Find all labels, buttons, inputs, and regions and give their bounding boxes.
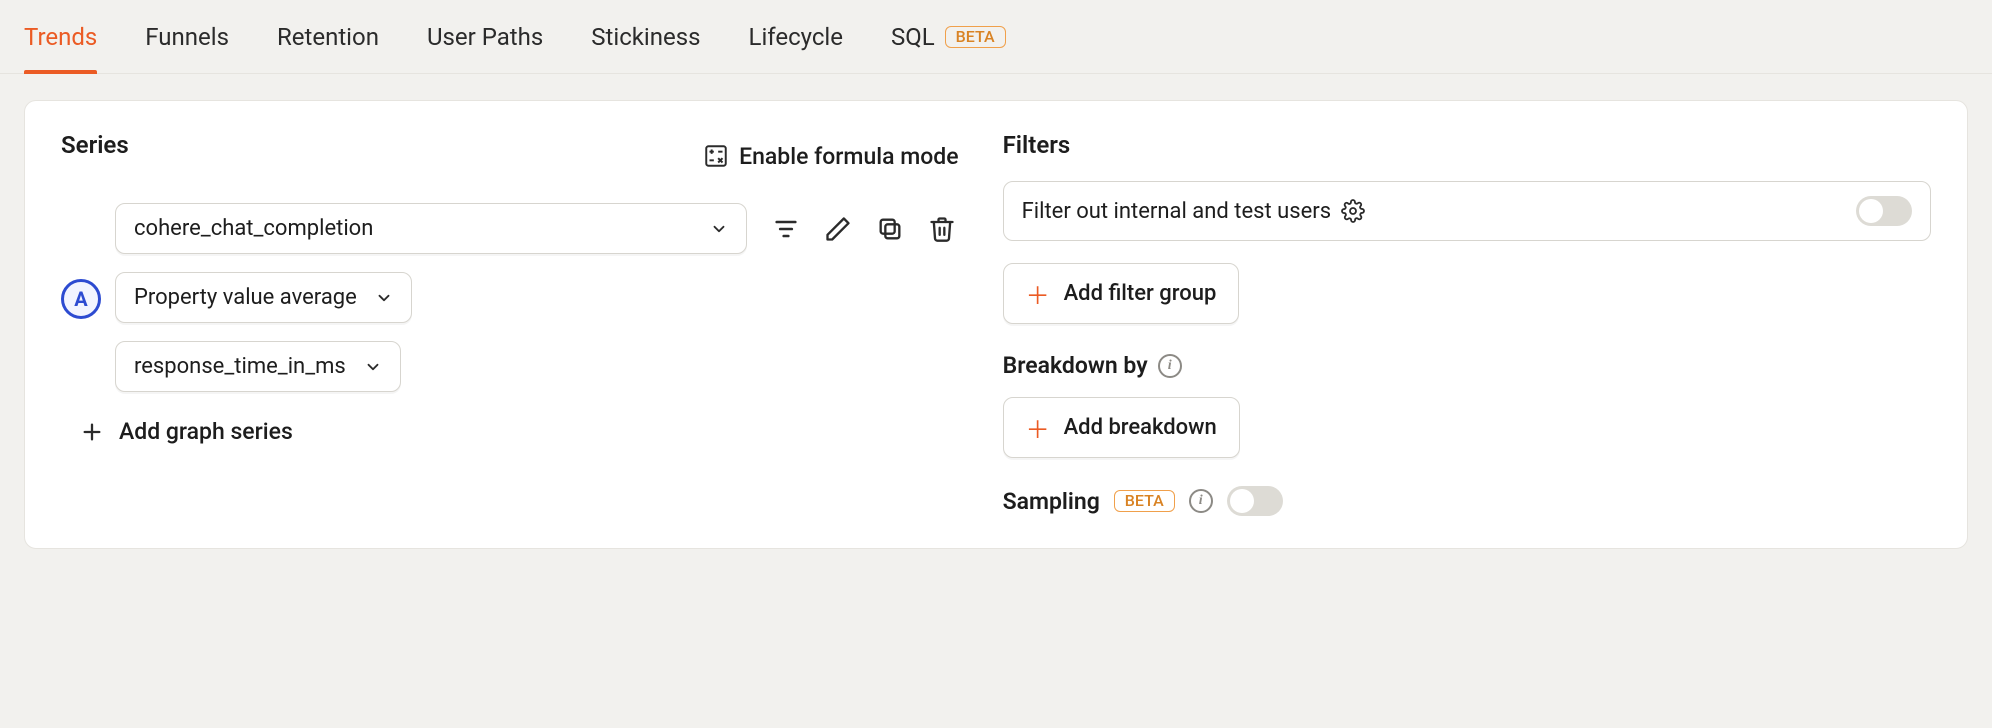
gear-icon[interactable] [1341,199,1365,223]
tab-stickiness[interactable]: Stickiness [591,0,700,73]
tab-user-paths[interactable]: User Paths [427,0,543,73]
series-title: Series [61,131,129,159]
formula-label: Enable formula mode [739,143,959,170]
plus-icon [81,421,103,443]
internal-users-filter-row: Filter out internal and test users [1003,181,1931,241]
series-row-a: A cohere_chat_completion [61,203,959,392]
insight-type-tabs: Trends Funnels Retention User Paths Stic… [0,0,1992,74]
plus-icon: ＋ [1026,410,1050,445]
tab-sql[interactable]: SQL BETA [891,0,1006,73]
add-breakdown-label: Add breakdown [1064,415,1217,440]
series-aggregation-select[interactable]: Property value average [115,272,412,323]
internal-users-filter-toggle[interactable] [1856,196,1912,226]
series-rename-button[interactable] [821,212,855,246]
tab-label: SQL [891,23,935,51]
enable-formula-mode-button[interactable]: Enable formula mode [703,143,959,170]
breakdown-title: Breakdown by [1003,352,1148,379]
info-icon[interactable]: i [1189,489,1213,513]
series-duplicate-button[interactable] [873,212,907,246]
chevron-down-icon [375,289,393,307]
add-breakdown-button[interactable]: ＋ Add breakdown [1003,397,1240,458]
chevron-down-icon [364,358,382,376]
series-event-select[interactable]: cohere_chat_completion [115,203,747,254]
copy-icon [876,215,904,243]
filter-icon [772,215,800,243]
filters-title: Filters [1003,131,1931,159]
tab-lifecycle[interactable]: Lifecycle [749,0,843,73]
add-filter-group-button[interactable]: ＋ Add filter group [1003,263,1240,324]
tab-label: Lifecycle [749,23,843,51]
add-filter-group-label: Add filter group [1064,281,1217,306]
tab-label: Funnels [145,23,229,51]
formula-icon [703,143,729,169]
internal-filter-label: Filter out internal and test users [1022,199,1332,224]
series-delete-button[interactable] [925,212,959,246]
beta-badge: BETA [945,26,1006,48]
series-aggregation-value: Property value average [134,285,357,310]
add-series-label: Add graph series [119,418,293,445]
series-property-value: response_time_in_ms [134,354,346,379]
tab-retention[interactable]: Retention [277,0,379,73]
series-letter-badge: A [61,279,101,319]
tab-funnels[interactable]: Funnels [145,0,229,73]
tab-label: Retention [277,23,379,51]
info-icon[interactable]: i [1158,354,1182,378]
beta-badge: BETA [1114,490,1175,512]
tab-label: Stickiness [591,23,700,51]
sampling-toggle[interactable] [1227,486,1283,516]
query-config-panel: Series Enable formula mode [24,100,1968,549]
chevron-down-icon [710,220,728,238]
pencil-icon [824,215,852,243]
trash-icon [928,215,956,243]
add-graph-series-button[interactable]: Add graph series [81,418,959,445]
series-filter-button[interactable] [769,212,803,246]
tab-label: Trends [24,23,97,51]
tab-label: User Paths [427,23,543,51]
series-property-select[interactable]: response_time_in_ms [115,341,401,392]
series-event-value: cohere_chat_completion [134,216,373,241]
sampling-title: Sampling [1003,488,1100,515]
tab-trends[interactable]: Trends [24,0,97,73]
plus-icon: ＋ [1026,276,1050,311]
